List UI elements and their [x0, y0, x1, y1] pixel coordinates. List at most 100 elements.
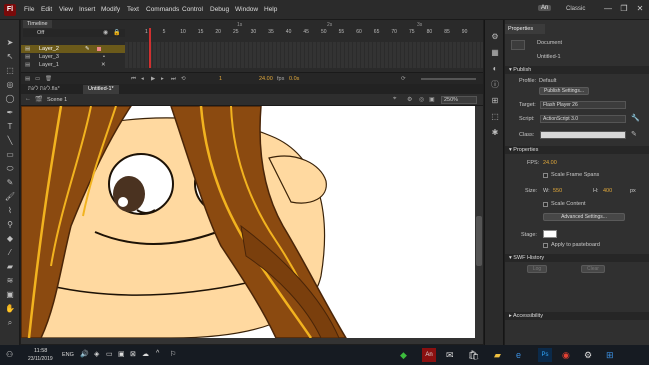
layer-row[interactable]: ▤ Layer_3 • — [21, 53, 125, 61]
battery-icon[interactable]: ▭ — [106, 350, 113, 358]
script-select[interactable]: ActionScript 3.0 — [540, 115, 626, 123]
height-value[interactable]: 400 — [603, 188, 612, 194]
lasso-icon[interactable]: ◯ — [3, 94, 17, 104]
stage-area[interactable] — [21, 106, 483, 340]
swf-history-section-header[interactable]: ▾ SWF History — [505, 254, 649, 262]
animate-app-icon[interactable]: An — [422, 348, 436, 362]
clip-icon[interactable]: ▣ — [429, 96, 435, 103]
workspace-switcher[interactable]: Classic — [566, 6, 585, 12]
playhead[interactable] — [149, 28, 151, 68]
menu-debug[interactable]: Debug — [210, 6, 229, 13]
character-artwork[interactable] — [21, 106, 479, 338]
document-tab[interactable]: ליגת ליגת.fla* — [23, 85, 65, 94]
workspace-icon[interactable]: An — [538, 5, 552, 11]
edge-icon[interactable]: e — [516, 350, 521, 360]
network-icon[interactable]: ◈ — [94, 350, 99, 358]
color-icon[interactable]: ◐ — [489, 64, 501, 74]
paint-bucket-icon[interactable]: ◆ — [3, 234, 17, 244]
people-icon[interactable]: ⚇ — [6, 350, 13, 359]
file-explorer-icon[interactable]: ▰ — [494, 350, 501, 361]
tray-app-icon[interactable]: ⊠ — [130, 350, 136, 358]
settings-icon[interactable]: ⚙ — [584, 350, 592, 361]
log-button[interactable]: Log — [527, 265, 547, 273]
menu-edit[interactable]: Edit — [41, 6, 52, 13]
zoom-slider[interactable] — [421, 78, 476, 80]
menu-text[interactable]: Text — [127, 6, 139, 13]
stage-color-swatch[interactable] — [543, 230, 557, 238]
goto-first-icon[interactable]: ⏮ — [131, 76, 136, 83]
back-arrow-icon[interactable]: ← — [25, 96, 31, 102]
loop-icon[interactable]: ⟲ — [181, 76, 186, 82]
language-indicator[interactable]: ENG — [62, 352, 74, 358]
volume-icon[interactable]: 🔊 — [80, 350, 89, 358]
line-tool-icon[interactable]: ╲ — [3, 136, 17, 146]
dot-icon[interactable]: • — [103, 53, 105, 61]
vertical-scrollbar[interactable] — [475, 106, 483, 340]
layer-row[interactable]: ▤ Layer_1 ✕ — [21, 61, 125, 69]
class-input[interactable] — [540, 131, 626, 139]
width-tool-icon[interactable]: ≋ — [3, 276, 17, 286]
properties-section-header[interactable]: ▾ Properties — [505, 146, 649, 154]
new-folder-icon[interactable]: ▭ — [35, 76, 40, 82]
frame-ruler[interactable]: 1 5 10 15 20 25 30 35 40 45 50 55 60 65 70 75 80 85 90 1s 2… — [125, 22, 483, 42]
close-button[interactable]: ✕ — [632, 4, 648, 13]
selection-tool-icon[interactable]: ➤ — [3, 38, 17, 48]
clear-button[interactable]: Clear — [581, 265, 605, 273]
menu-window[interactable]: Window — [235, 6, 258, 13]
step-back-icon[interactable]: ◂ — [141, 76, 144, 82]
timeline-tab[interactable]: Timeline — [23, 20, 52, 28]
mail-icon[interactable]: ✉ — [446, 350, 454, 361]
camera-tool-icon[interactable]: ▣ — [3, 290, 17, 300]
menu-file[interactable]: File — [24, 6, 34, 13]
windows-start-icon[interactable]: ⊞ — [606, 350, 614, 361]
components-icon[interactable]: ✱ — [489, 128, 501, 138]
camera-icon[interactable]: ⌖ — [393, 96, 396, 103]
publish-settings-button[interactable]: Publish Settings... — [539, 87, 589, 95]
eraser-icon[interactable]: ▰ — [3, 262, 17, 272]
horizontal-scrollbar[interactable] — [21, 338, 483, 344]
minimize-button[interactable]: — — [600, 4, 616, 13]
loop-playback-icon[interactable]: ⟳ — [401, 76, 406, 82]
scale-frame-spans-checkbox[interactable] — [543, 173, 548, 178]
current-frame[interactable]: 1 — [219, 76, 222, 82]
chat-icon[interactable]: ⚐ — [170, 350, 176, 358]
3d-rotation-icon[interactable]: ◎ — [3, 80, 17, 90]
hidden-icons-icon[interactable]: ^ — [156, 350, 159, 357]
layer-name[interactable]: Layer_2 — [39, 45, 59, 53]
green-app-icon[interactable]: ◆ — [400, 350, 407, 361]
menu-help[interactable]: Help — [264, 6, 277, 13]
stage-canvas[interactable] — [21, 106, 479, 338]
lock-icon[interactable]: 🔒 — [113, 29, 120, 36]
layer-name[interactable]: Layer_3 — [39, 53, 59, 61]
goto-last-icon[interactable]: ⏭ — [171, 76, 176, 83]
target-select[interactable]: Flash Player 26 — [540, 101, 626, 109]
delete-layer-icon[interactable]: 🗑 — [45, 76, 52, 82]
frame-grid[interactable] — [125, 42, 483, 68]
layer-color-swatch[interactable] — [97, 47, 101, 51]
accessibility-section-header[interactable]: ▸ Accessibility — [505, 312, 649, 320]
scroll-thumb[interactable] — [476, 216, 482, 266]
advanced-settings-button[interactable]: Advanced Settings... — [543, 213, 625, 221]
cloud-icon[interactable]: ☁ — [142, 350, 149, 358]
clock-date[interactable]: 23/11/2019 — [28, 356, 53, 362]
fps-readout[interactable]: 24.00 — [259, 76, 273, 82]
pencil-tool-icon[interactable]: ✎ — [3, 178, 17, 188]
menu-insert[interactable]: Insert — [79, 6, 95, 13]
wrench-icon[interactable]: 🔧 — [631, 114, 640, 122]
brush-tool-icon[interactable]: 🖌 — [3, 192, 17, 202]
zoom-select[interactable]: 250% — [441, 96, 477, 104]
width-value[interactable]: 550 — [553, 188, 562, 194]
align-icon[interactable]: ⊞ — [489, 96, 501, 106]
time-readout[interactable]: 0.0s — [289, 76, 299, 82]
step-forward-icon[interactable]: ▸ — [161, 76, 164, 82]
display-icon[interactable]: ▣ — [118, 350, 125, 358]
eyedropper-icon[interactable]: ⁄ — [3, 248, 17, 258]
menu-commands[interactable]: Commands — [146, 6, 179, 13]
zoom-tool-icon[interactable]: ⌕ — [3, 318, 17, 328]
subselection-tool-icon[interactable]: ↖ — [3, 52, 17, 62]
layer-row[interactable]: ▤ Layer_2 ✎ — [21, 45, 125, 53]
apply-pasteboard-checkbox[interactable] — [543, 243, 548, 248]
pen-tool-icon[interactable]: ✒ — [3, 108, 17, 118]
transform-icon[interactable]: ⬚ — [489, 112, 501, 122]
menu-view[interactable]: View — [59, 6, 73, 13]
